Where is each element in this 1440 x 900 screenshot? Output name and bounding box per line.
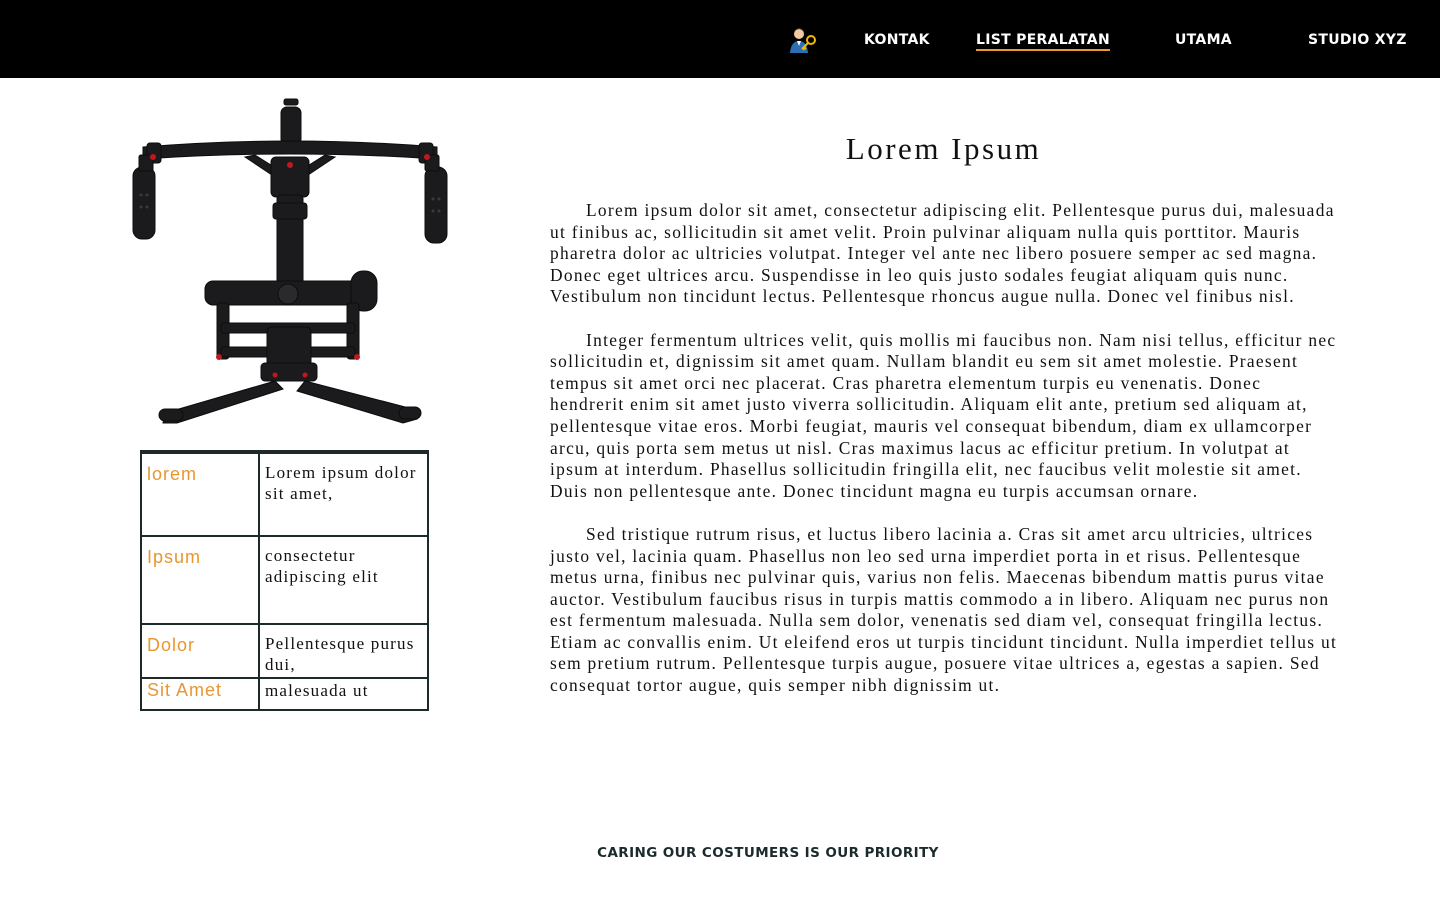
- article-title: Lorem Ipsum: [845, 131, 1042, 166]
- nav-kontak[interactable]: KONTAK: [864, 32, 930, 48]
- spec-key: Sit Amet: [140, 677, 260, 711]
- spec-table: lorem Lorem ipsum dolor sit amet, Ipsum …: [140, 450, 429, 711]
- table-row: lorem Lorem ipsum dolor sit amet,: [140, 451, 429, 537]
- spec-value: malesuada ut: [258, 677, 429, 711]
- table-row: Sit Amet malesuada ut: [140, 677, 429, 711]
- top-navigation-bar: KONTAK LIST PERALATAN UTAMA STUDIO XYZ: [0, 0, 1440, 78]
- spec-key: Ipsum: [140, 535, 260, 625]
- spec-value: Lorem ipsum dolor sit amet,: [258, 451, 429, 537]
- article-paragraph: Sed tristique rutrum risus, et luctus li…: [550, 523, 1338, 696]
- article-paragraph: Lorem ipsum dolor sit amet, consectetur …: [550, 200, 1335, 307]
- gimbal-product-image: [132, 98, 448, 424]
- user-key-icon[interactable]: [787, 26, 817, 56]
- table-row: Ipsum consectetur adipiscing elit: [140, 535, 429, 625]
- nav-list-peralatan[interactable]: LIST PERALATAN: [976, 32, 1110, 51]
- nav-utama[interactable]: UTAMA: [1175, 32, 1232, 48]
- nav-studio-xyz[interactable]: STUDIO XYZ: [1308, 32, 1407, 48]
- footer-tagline: CARING OUR COSTUMERS IS OUR PRIORITY: [597, 845, 939, 861]
- article-paragraph: Integer fermentum ultrices velit, quis m…: [550, 329, 1337, 501]
- article-body: Lorem ipsum dolor sit amet, consectetur …: [550, 200, 1340, 718]
- spec-key: Dolor: [140, 623, 260, 679]
- spec-key: lorem: [140, 451, 260, 537]
- spec-value: Pellentesque purus dui,: [258, 623, 429, 679]
- table-row: Dolor Pellentesque purus dui,: [140, 623, 429, 679]
- spec-value: consectetur adipiscing elit: [258, 535, 429, 625]
